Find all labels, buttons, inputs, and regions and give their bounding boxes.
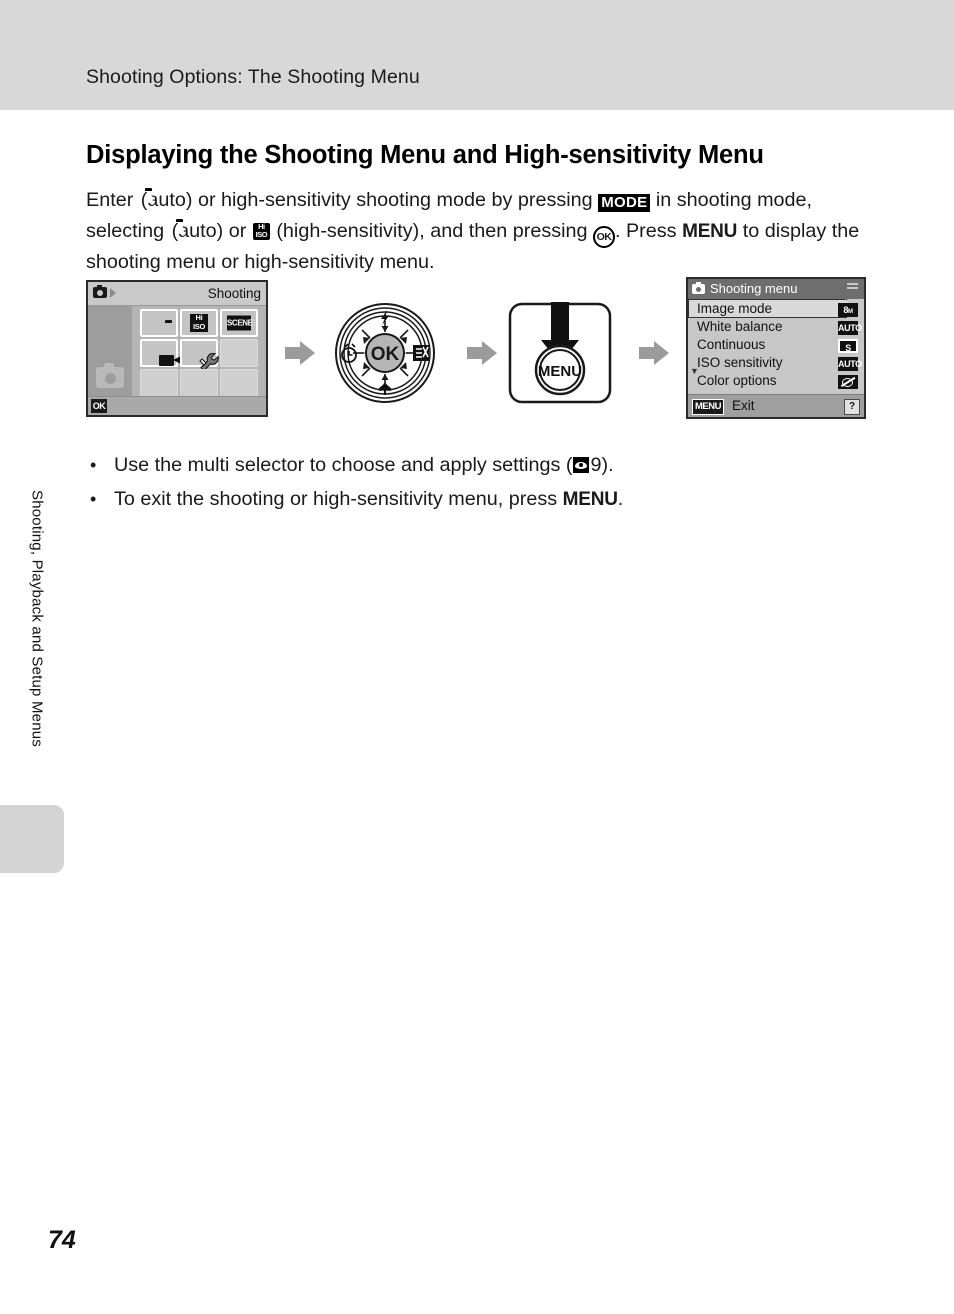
- bullet-text-post: .: [617, 488, 624, 510]
- mode-select-title: Shooting: [207, 286, 261, 301]
- hiso-iso-label: ISO: [255, 230, 268, 240]
- menu-item-label: Color options: [697, 373, 777, 388]
- mode-cell-empty: [140, 369, 178, 397]
- page-number: 74: [48, 1226, 76, 1254]
- page-title: Displaying the Shooting Menu and High-se…: [86, 141, 764, 170]
- multi-selector-illustration: OK: [334, 302, 436, 404]
- running-header-title: Shooting Options: The Shooting Menu: [86, 66, 420, 88]
- value-icon-iso-sensitivity: AUTO: [835, 355, 862, 373]
- shooting-menu-list: Image mode White balance Continuous ISO …: [688, 299, 855, 395]
- mode-cell-scene[interactable]: SCENE: [220, 309, 258, 337]
- image-size-icon: 8M: [838, 303, 858, 317]
- mode-button-icon: MODE: [598, 193, 651, 212]
- mode-cell-empty: [220, 339, 258, 367]
- menu-button-illustration: MENU: [508, 302, 612, 404]
- mode-cell-movie[interactable]: [140, 339, 178, 367]
- auto-icon: AUTO: [838, 357, 862, 371]
- bullet-item-exit-menu: To exit the shooting or high-sensitivity…: [86, 482, 876, 517]
- shooting-menu-titlebar: Shooting menu: [688, 279, 864, 299]
- intro-text-part-5: (high-sensitivity), and then pressing: [270, 219, 593, 242]
- single-shot-icon: S: [838, 339, 858, 353]
- menu-item-white-balance[interactable]: White balance: [688, 318, 834, 336]
- chapter-thumb-tab: [0, 805, 64, 873]
- svg-text:OK: OK: [371, 344, 400, 365]
- camera-icon: [692, 282, 705, 294]
- value-icon-white-balance: AUTO: [835, 319, 862, 337]
- menu-item-label: Image mode: [697, 301, 773, 316]
- auto-icon: AUTO: [838, 321, 862, 335]
- shooting-menu-title: Shooting menu: [710, 281, 798, 296]
- camera-large-icon: [96, 363, 124, 388]
- mode-cell-empty: [220, 369, 258, 397]
- menu-button-icon: MENU: [682, 220, 738, 242]
- menu-item-image-mode[interactable]: Image mode: [688, 299, 855, 318]
- see-reference-icon: [572, 457, 589, 473]
- mode-select-topbar: Shooting: [88, 282, 266, 306]
- menu-button-icon: MENU: [562, 489, 618, 510]
- running-header-band: Shooting Options: The Shooting Menu: [0, 0, 954, 110]
- illustration-flow: Shooting Hi ISO SCENE OK OK MENU Shootin…: [86, 277, 876, 422]
- scene-icon: SCENE: [227, 315, 253, 331]
- high-sensitivity-icon: Hi ISO: [190, 313, 208, 332]
- bullet-reference-page: 9: [590, 454, 602, 476]
- mode-select-grid: Hi ISO SCENE: [140, 309, 260, 397]
- intro-text-part-1: Enter: [86, 188, 139, 211]
- mode-cell-setup[interactable]: [180, 339, 219, 371]
- bullet-text-pre: To exit the shooting or high-sensitivity…: [114, 488, 563, 510]
- menu-item-label: Continuous: [697, 337, 766, 352]
- flow-arrow-icon: [638, 339, 670, 367]
- exit-label: Exit: [732, 398, 755, 413]
- flow-arrow-icon: [284, 339, 316, 367]
- help-icon[interactable]: ?: [844, 399, 860, 415]
- intro-text-part-6: . Press: [615, 219, 683, 242]
- bullet-text-pre: Use the multi selector to choose and app…: [114, 454, 573, 476]
- flow-arrow-icon: [466, 339, 498, 367]
- shooting-menu-value-icons: 8M AUTO S AUTO: [835, 301, 862, 391]
- chapter-label: Shooting, Playback and Setup Menus: [28, 490, 46, 747]
- shooting-menu-screen: Shooting menu Image mode White balance C…: [686, 277, 866, 419]
- hiso-iso-label: ISO: [192, 321, 206, 331]
- mode-cell-auto[interactable]: [140, 309, 178, 337]
- scroll-indicator-icon: [847, 283, 858, 291]
- mode-select-screen: Shooting Hi ISO SCENE OK: [86, 280, 268, 417]
- mode-cell-high-sensitivity[interactable]: Hi ISO: [180, 309, 218, 337]
- menu-item-label: ISO sensitivity: [697, 355, 783, 370]
- svg-text:MENU: MENU: [538, 363, 582, 380]
- color-off-icon: [838, 375, 858, 389]
- menu-item-label: White balance: [697, 319, 783, 334]
- menu-item-continuous[interactable]: Continuous: [688, 336, 834, 354]
- mode-select-bottombar: OK: [88, 396, 266, 415]
- bullet-list: Use the multi selector to choose and app…: [86, 448, 876, 517]
- value-icon-continuous: S: [835, 337, 861, 355]
- camera-icon: [93, 285, 107, 298]
- menu-item-iso-sensitivity[interactable]: ISO sensitivity: [688, 354, 834, 372]
- mode-cell-empty: [180, 369, 218, 397]
- menu-chip-icon: MENU: [692, 399, 724, 415]
- value-icon-color-options: [835, 373, 861, 391]
- high-sensitivity-icon: Hi ISO: [252, 222, 270, 240]
- bullet-text-post: ).: [601, 454, 614, 476]
- ok-button-icon: OK: [593, 225, 615, 248]
- shooting-menu-bottombar: MENU Exit ?: [688, 394, 864, 417]
- ok-chip-icon: OK: [91, 399, 107, 413]
- scroll-down-icon[interactable]: ▼: [690, 367, 699, 376]
- intro-text-part-2: (auto) or high-sensitivity shooting mode…: [140, 188, 599, 211]
- menu-item-color-options[interactable]: Color options: [688, 372, 834, 390]
- bullet-item-multi-selector: Use the multi selector to choose and app…: [86, 448, 876, 482]
- value-icon-image-mode: 8M: [835, 301, 861, 319]
- intro-paragraph: Enter (auto) or high-sensitivity shootin…: [86, 186, 876, 277]
- play-triangle-icon: [110, 288, 116, 298]
- mode-select-left-panel: [88, 305, 132, 397]
